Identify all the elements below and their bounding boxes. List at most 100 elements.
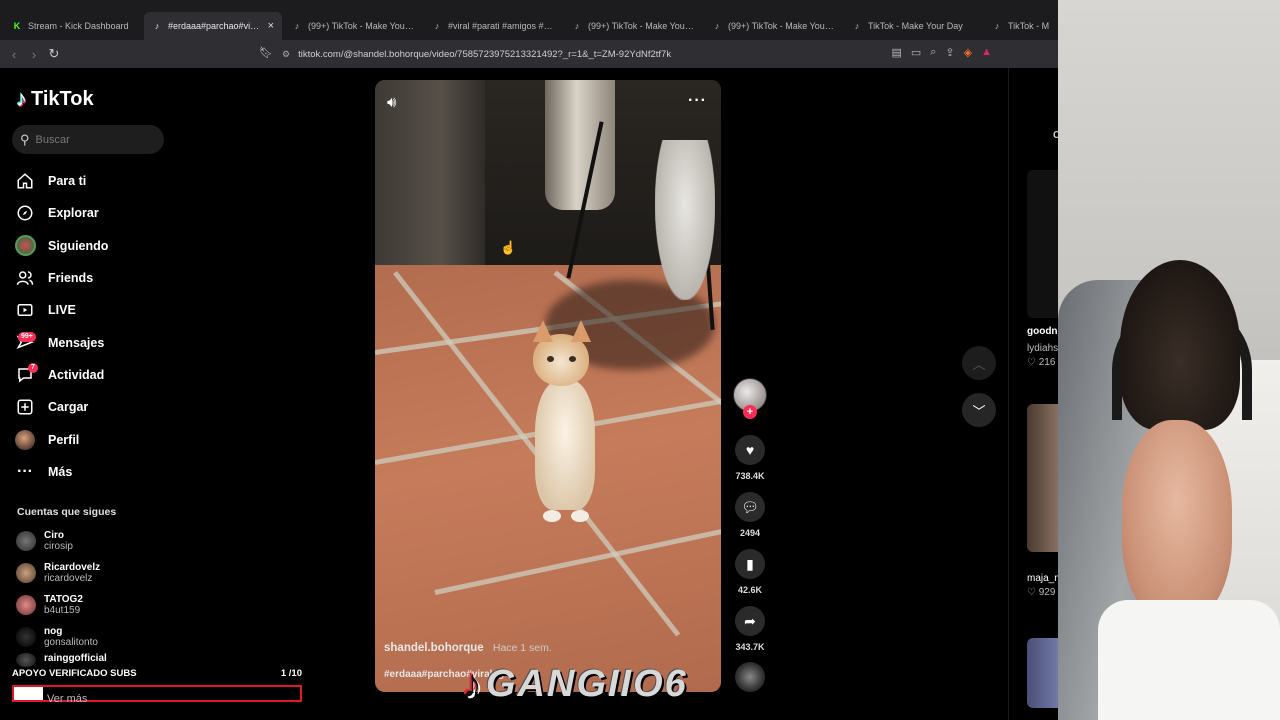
tiktok-icon: ♪ (574, 21, 580, 31)
nav-label: LIVE (48, 303, 76, 318)
account-avatar (16, 531, 36, 551)
nav-item-para-ti[interactable]: Para ti (14, 165, 108, 197)
account-handle: gonsalitonto (44, 637, 98, 648)
author-name[interactable]: shandel.bohorque (384, 642, 484, 654)
follow-plus-icon[interactable]: + (743, 405, 757, 419)
following-account[interactable]: nog gonsalitonto (16, 621, 107, 653)
mouse-cursor-icon: ☝ (500, 240, 517, 255)
browser-tab[interactable]: ♪ #viral #parati #amigos #jajaja (424, 12, 562, 40)
support-goal-label: APOYO VERIFICADO SUBS (12, 668, 137, 679)
more-icon: ··· (17, 462, 33, 480)
bookmark-icon: ▮ (735, 549, 765, 579)
account-avatar (16, 595, 36, 615)
activity-icon: 7 (14, 362, 38, 386)
following-account[interactable]: Ricardovelz ricardovelz (16, 557, 107, 589)
url-text: tiktok.com/@shandel.bohorque/video/75857… (298, 48, 672, 60)
related-video-thumbnail[interactable] (1027, 404, 1058, 552)
browser-tab-bar: K Stream - Kick Dashboard ♪ #erdaaa#parcha… (0, 0, 1058, 40)
messages-badge: 99+ (18, 331, 36, 342)
following-account[interactable]: TATOG2 b4ut159 (16, 589, 107, 621)
like-button[interactable]: ♥ 738.4K (732, 435, 768, 481)
heart-icon: ♥ (735, 435, 765, 465)
rewards-icon[interactable]: ▲ (981, 46, 992, 59)
share-icon[interactable]: ⇪ (945, 46, 954, 59)
account-avatar (16, 653, 36, 667)
nav-item-mas[interactable]: ··· Más (14, 456, 108, 488)
share-count: 343.7K (735, 642, 765, 652)
browser-tab[interactable]: ♪ (99+) TikTok - Make Your Day (284, 12, 422, 40)
tab-title: (99+) TikTok - Make Your Day (588, 21, 694, 31)
tiktok-brand-icon: ♪ (462, 662, 482, 706)
account-name: TATOG2 (44, 594, 83, 605)
browser-tab[interactable]: ♪ (99+) TikTok - Make Your Day (564, 12, 702, 40)
video-player[interactable]: 🔊︎ ··· shandel.bohorque Hace 1 sem. #erd… (375, 80, 721, 692)
messages-icon: 99+ (14, 331, 36, 354)
tiktok-icon: ♪ (154, 21, 160, 31)
activity-badge: 7 (28, 362, 38, 373)
search-input[interactable] (35, 133, 146, 146)
share-button[interactable]: ➦ 343.7K (732, 606, 768, 652)
next-video-button[interactable]: ﹀ (962, 393, 996, 427)
video-scene-pot (545, 80, 615, 210)
tiktok-icon: ♪ (294, 21, 300, 31)
nav-item-friends[interactable]: Friends (14, 262, 108, 294)
volume-icon[interactable]: 🔊︎ (387, 94, 396, 111)
following-avatar-icon (14, 235, 36, 257)
video-author[interactable]: shandel.bohorque Hace 1 sem. (384, 642, 552, 654)
close-tab-icon[interactable]: × (268, 20, 274, 32)
search-box[interactable]: ⚲ (12, 125, 164, 154)
following-account[interactable]: Ciro cirosip (16, 525, 107, 557)
browser-tab[interactable]: ♪ TikTok - Make Your Day (844, 12, 982, 40)
nav-item-perfil[interactable]: Perfil (14, 423, 108, 455)
browser-tab[interactable]: ♪ TikTok - M (984, 12, 1058, 40)
related-video-thumbnail[interactable] (1027, 170, 1058, 318)
friends-icon (14, 267, 36, 289)
nav-item-cargar[interactable]: Cargar (14, 391, 108, 423)
tiktok-icon: ♪ (714, 21, 720, 31)
url-field[interactable]: ⚙ tiktok.com/@shandel.bohorque/video/758… (282, 45, 882, 63)
nav-item-actividad[interactable]: 7 Actividad (14, 359, 108, 391)
tiktok-logo[interactable]: ♪ TikTok (16, 86, 94, 112)
reload-icon[interactable]: ↻ (44, 46, 64, 62)
music-disc-icon[interactable] (735, 662, 765, 692)
previous-video-button[interactable]: ︿ (962, 346, 996, 380)
related-video-thumbnail[interactable] (1027, 638, 1058, 708)
related-video-title[interactable]: goodn (1027, 326, 1058, 337)
profile-avatar-icon (14, 429, 36, 451)
save-button[interactable]: ▮ 42.6K (732, 549, 768, 595)
nav-label: Friends (48, 271, 94, 286)
bookmark-icon[interactable]: 🔖︎ (259, 46, 273, 59)
reader-icon[interactable]: ▤ (891, 46, 901, 59)
nav-item-siguiendo[interactable]: Siguiendo (14, 230, 108, 262)
tab-title: (99+) TikTok - Make Your Day (308, 21, 414, 31)
tab-title: Stream - Kick Dashboard (28, 21, 129, 31)
compass-icon (14, 202, 36, 224)
zoom-icon[interactable]: ⌕ (930, 46, 936, 59)
nav-item-live[interactable]: LIVE (14, 294, 108, 326)
search-icon: ⚲ (20, 131, 30, 147)
comment-button[interactable]: 💬︎ 2494 (732, 492, 768, 538)
brave-shield-icon[interactable]: ◈ (964, 46, 972, 59)
cast-icon[interactable]: ▭ (911, 46, 921, 59)
support-goal-fill (14, 687, 43, 700)
nav-label: Perfil (48, 432, 80, 447)
like-count: 738.4K (735, 471, 765, 481)
video-scene-white-cat (655, 140, 715, 300)
nav-item-mensajes[interactable]: 99+ Mensajes (14, 326, 108, 358)
related-video-likes: ♡ 216 (1027, 357, 1056, 368)
webcam-scene-hair (1120, 260, 1240, 430)
back-icon[interactable]: ‹ (4, 47, 24, 62)
comment-icon: 💬︎ (735, 492, 765, 522)
site-info-icon[interactable]: ⚙ (282, 49, 290, 60)
nav-item-explorar[interactable]: Explorar (14, 197, 108, 229)
browser-tab[interactable]: ♪ (99+) TikTok - Make Your Day (704, 12, 842, 40)
browser-tab[interactable]: K Stream - Kick Dashboard (4, 12, 142, 40)
video-more-options-icon[interactable]: ··· (688, 92, 707, 110)
following-account[interactable]: rainggofficial (16, 653, 107, 669)
see-more-link[interactable]: Ver más (47, 693, 87, 705)
forward-icon[interactable]: › (24, 47, 44, 62)
related-video-title[interactable]: maja_m (1027, 573, 1058, 584)
chevron-up-icon: ︿ (972, 356, 986, 372)
nav-label: Mensajes (48, 335, 105, 350)
browser-tab-active[interactable]: ♪ #erdaaa#parchao#viral#g × (144, 12, 282, 40)
